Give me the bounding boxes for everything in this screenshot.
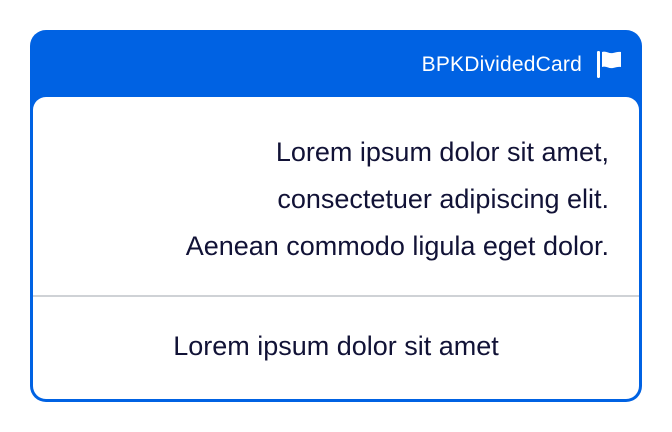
divided-card[interactable]: BPKDividedCard Lorem ipsum dolor sit ame…: [30, 30, 642, 402]
card-body: Lorem ipsum dolor sit amet, consectetuer…: [33, 97, 639, 399]
flag-icon: [594, 49, 624, 79]
secondary-content: Lorem ipsum dolor sit amet: [33, 297, 639, 399]
primary-text-line: Lorem ipsum dolor sit amet,: [275, 137, 609, 167]
primary-text-line: consectetuer adipiscing elit.: [277, 184, 609, 214]
secondary-text: Lorem ipsum dolor sit amet: [173, 330, 499, 361]
card-header: BPKDividedCard: [30, 30, 642, 97]
card-header-label: BPKDividedCard: [421, 52, 582, 76]
primary-content: Lorem ipsum dolor sit amet, consectetuer…: [33, 97, 639, 296]
primary-text-line: Aenean commodo ligula eget dolor.: [185, 231, 609, 261]
